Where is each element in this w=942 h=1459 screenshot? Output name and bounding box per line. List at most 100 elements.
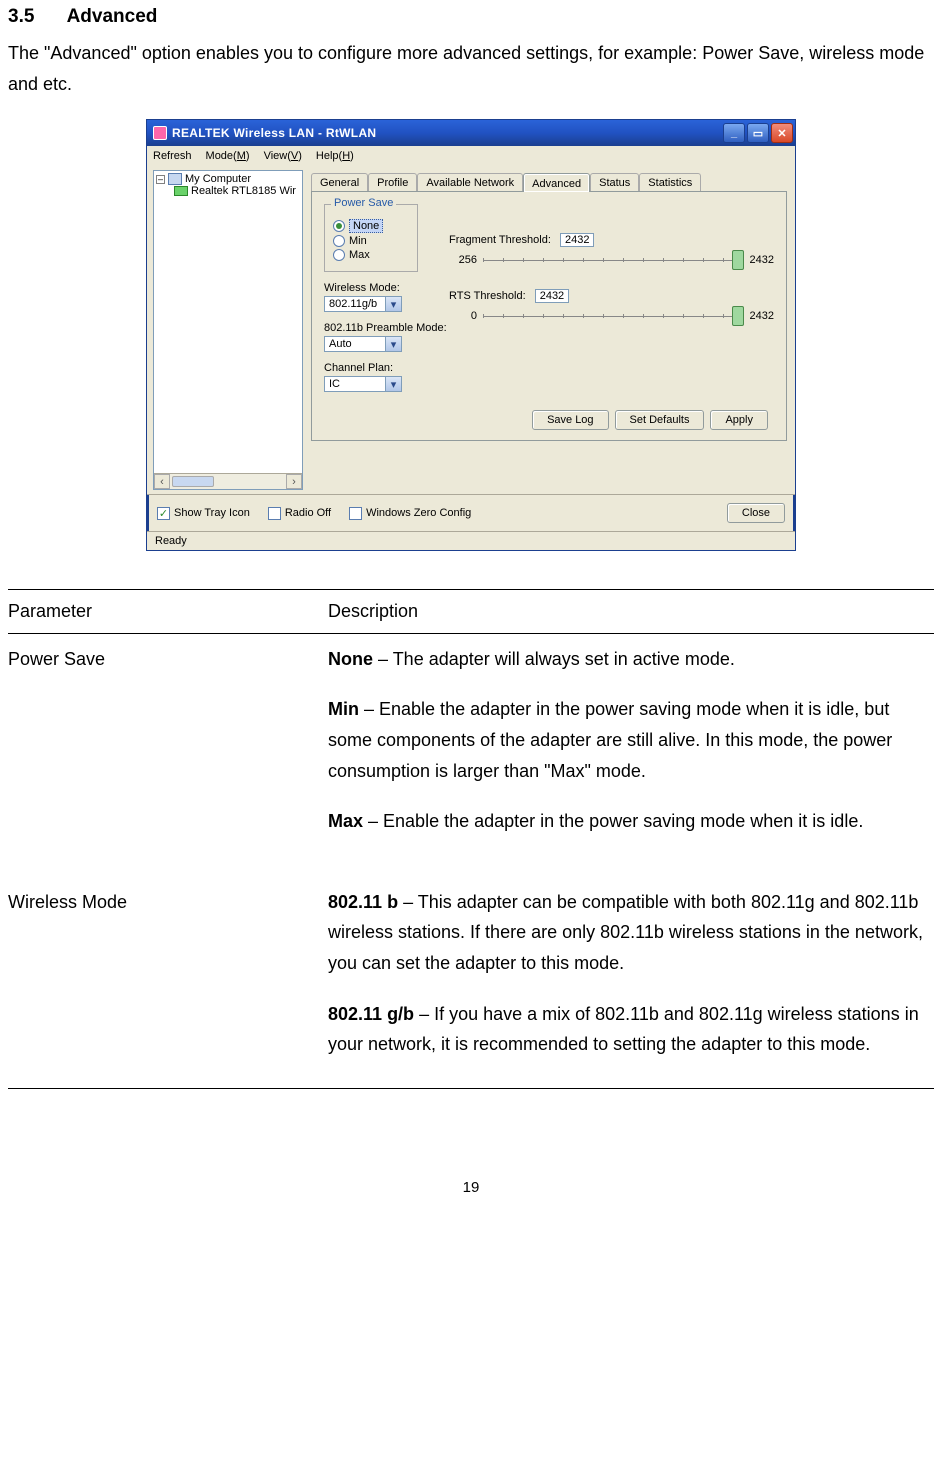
parameter-table: Parameter Description Power Save None – … bbox=[8, 589, 934, 1089]
fragment-value[interactable]: 2432 bbox=[560, 233, 594, 247]
rts-label: RTS Threshold: bbox=[449, 290, 526, 302]
checked-icon: ✓ bbox=[157, 507, 170, 520]
tab-body: Power Save None Min Max Wireless Mode: bbox=[311, 191, 787, 441]
status-bar: Ready bbox=[147, 531, 795, 550]
menu-help[interactable]: Help(H) bbox=[316, 150, 354, 162]
radio-min[interactable]: Min bbox=[333, 235, 409, 247]
tab-statistics[interactable]: Statistics bbox=[639, 173, 701, 192]
max-bold: Max bbox=[328, 811, 363, 831]
heading-title: Advanced bbox=[67, 6, 158, 27]
tree-child-label: Realtek RTL8185 Wir bbox=[191, 185, 296, 197]
rts-max: 2432 bbox=[750, 310, 774, 322]
page-number: 19 bbox=[8, 1179, 934, 1196]
radio-max-label: Max bbox=[349, 249, 370, 261]
tree-scrollbar[interactable]: ‹ › bbox=[154, 473, 302, 489]
tab-general[interactable]: General bbox=[311, 173, 368, 192]
preamble-value: Auto bbox=[324, 336, 386, 352]
tab-profile[interactable]: Profile bbox=[368, 173, 417, 192]
chevron-down-icon[interactable]: ▾ bbox=[386, 296, 402, 312]
param-power-save: Power Save bbox=[8, 633, 328, 876]
preamble-label: 802.11b Preamble Mode: bbox=[324, 322, 774, 334]
tree-root-label: My Computer bbox=[185, 173, 251, 185]
radio-icon bbox=[333, 249, 345, 261]
tab-status[interactable]: Status bbox=[590, 173, 639, 192]
header-description: Description bbox=[328, 590, 934, 634]
power-save-legend: Power Save bbox=[331, 197, 396, 209]
menu-mode[interactable]: Mode(M) bbox=[206, 150, 250, 162]
menubar: Refresh Mode(M) View(V) Help(H) bbox=[147, 146, 795, 166]
app-window: REALTEK Wireless LAN - RtWLAN _ ▭ ✕ Refr… bbox=[146, 119, 796, 551]
slider-thumb-icon[interactable] bbox=[732, 250, 744, 270]
radio-none[interactable]: None bbox=[333, 219, 409, 233]
adapter-icon bbox=[174, 186, 188, 196]
desc-wireless-mode: 802.11 b – This adapter can be compatibl… bbox=[328, 877, 934, 1088]
rts-min: 0 bbox=[449, 310, 477, 322]
channel-plan-value: IC bbox=[324, 376, 386, 392]
fragment-slider[interactable] bbox=[483, 258, 744, 262]
window-close-button[interactable]: ✕ bbox=[771, 123, 793, 143]
scroll-thumb[interactable] bbox=[172, 476, 214, 487]
app-icon bbox=[153, 126, 167, 140]
radio-none-label: None bbox=[349, 219, 383, 233]
save-log-button[interactable]: Save Log bbox=[532, 410, 608, 430]
table-row: Wireless Mode 802.11 b – This adapter ca… bbox=[8, 877, 934, 1088]
max-text: – Enable the adapter in the power saving… bbox=[363, 811, 863, 831]
apply-button[interactable]: Apply bbox=[710, 410, 768, 430]
computer-icon bbox=[168, 173, 182, 185]
heading-number: 3.5 bbox=[8, 6, 62, 28]
tab-strip: General Profile Available Network Advanc… bbox=[311, 172, 787, 191]
titlebar: REALTEK Wireless LAN - RtWLAN _ ▭ ✕ bbox=[147, 120, 795, 146]
chevron-down-icon[interactable]: ▾ bbox=[386, 376, 402, 392]
power-save-group: Power Save None Min Max bbox=[324, 204, 418, 272]
none-text: – The adapter will always set in active … bbox=[373, 649, 735, 669]
window-title: REALTEK Wireless LAN - RtWLAN bbox=[172, 126, 723, 140]
channel-plan-label: Channel Plan: bbox=[324, 362, 774, 374]
min-bold: Min bbox=[328, 699, 359, 719]
desc-power-save: None – The adapter will always set in ac… bbox=[328, 633, 934, 876]
gb-text: – If you have a mix of 802.11b and 802.1… bbox=[328, 1004, 919, 1055]
show-tray-label: Show Tray Icon bbox=[174, 507, 250, 519]
maximize-button[interactable]: ▭ bbox=[747, 123, 769, 143]
unchecked-icon bbox=[349, 507, 362, 520]
close-button[interactable]: Close bbox=[727, 503, 785, 523]
section-heading: 3.5 Advanced bbox=[8, 6, 934, 28]
rts-value[interactable]: 2432 bbox=[535, 289, 569, 303]
radio-icon bbox=[333, 220, 345, 232]
param-wireless-mode: Wireless Mode bbox=[8, 877, 328, 1088]
wzc-label: Windows Zero Config bbox=[366, 507, 471, 519]
scroll-right-icon[interactable]: › bbox=[286, 474, 302, 489]
none-bold: None bbox=[328, 649, 373, 669]
slider-thumb-icon[interactable] bbox=[732, 306, 744, 326]
fragment-max: 2432 bbox=[750, 254, 774, 266]
chevron-down-icon[interactable]: ▾ bbox=[386, 336, 402, 352]
channel-plan-select[interactable]: IC ▾ bbox=[324, 376, 774, 392]
table-row: Power Save None – The adapter will alway… bbox=[8, 633, 934, 876]
tree-child[interactable]: Realtek RTL8185 Wir bbox=[174, 185, 300, 197]
show-tray-checkbox[interactable]: ✓ Show Tray Icon bbox=[157, 507, 250, 520]
fragment-label: Fragment Threshold: bbox=[449, 234, 551, 246]
bottom-bar: ✓ Show Tray Icon Radio Off Windows Zero … bbox=[147, 494, 795, 531]
preamble-select[interactable]: Auto ▾ bbox=[324, 336, 774, 352]
radio-off-checkbox[interactable]: Radio Off bbox=[268, 507, 331, 520]
menu-view[interactable]: View(V) bbox=[264, 150, 302, 162]
tab-advanced[interactable]: Advanced bbox=[523, 173, 590, 192]
b-bold: 802.11 b bbox=[328, 892, 398, 912]
intro-paragraph: The "Advanced" option enables you to con… bbox=[8, 38, 934, 99]
menu-refresh[interactable]: Refresh bbox=[153, 150, 192, 162]
unchecked-icon bbox=[268, 507, 281, 520]
scroll-left-icon[interactable]: ‹ bbox=[154, 474, 170, 489]
tab-available-network[interactable]: Available Network bbox=[417, 173, 523, 192]
b-text: – This adapter can be compatible with bo… bbox=[328, 892, 923, 973]
fragment-min: 256 bbox=[449, 254, 477, 266]
rts-slider[interactable] bbox=[483, 314, 744, 318]
wzc-checkbox[interactable]: Windows Zero Config bbox=[349, 507, 471, 520]
min-text: – Enable the adapter in the power saving… bbox=[328, 699, 892, 780]
tree-root[interactable]: – My Computer bbox=[156, 173, 300, 185]
set-defaults-button[interactable]: Set Defaults bbox=[615, 410, 705, 430]
minimize-button[interactable]: _ bbox=[723, 123, 745, 143]
header-parameter: Parameter bbox=[8, 590, 328, 634]
wireless-mode-value: 802.11g/b bbox=[324, 296, 386, 312]
radio-max[interactable]: Max bbox=[333, 249, 409, 261]
tree-expander-icon[interactable]: – bbox=[156, 175, 165, 184]
radio-off-label: Radio Off bbox=[285, 507, 331, 519]
